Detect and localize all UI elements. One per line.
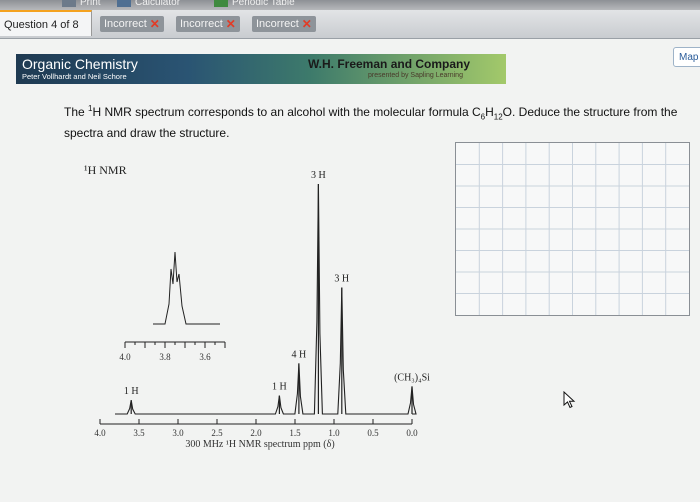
inset-tick-label: 3.6 bbox=[199, 352, 211, 362]
attempt-2-status[interactable]: Incorrect ✕ bbox=[176, 16, 240, 32]
calculator-icon bbox=[117, 0, 131, 7]
publisher-subtitle: presented by Sapling Learning bbox=[368, 72, 463, 79]
attempt-2-label: Incorrect bbox=[180, 18, 223, 30]
inset-trace bbox=[153, 251, 220, 325]
x-tick-label: 2.0 bbox=[250, 428, 262, 438]
x-tick-label: 4.0 bbox=[94, 428, 106, 438]
peak-label-1: 1 H bbox=[272, 382, 287, 393]
calculator-label: Calculator bbox=[135, 0, 181, 8]
textbook-banner: Organic Chemistry Peter Vollhardt and Ne… bbox=[16, 54, 506, 84]
drawing-grid bbox=[456, 143, 689, 315]
x-tick-label: 1.0 bbox=[328, 428, 340, 438]
inset-spectrum: 4.0 3.8 3.6 bbox=[119, 251, 226, 362]
attempt-1-label: Incorrect bbox=[104, 18, 147, 30]
attempt-1-status[interactable]: Incorrect ✕ bbox=[100, 16, 164, 32]
incorrect-icon: ✕ bbox=[301, 17, 312, 31]
nmr-spectrum-chart: ¹H NMR 4.0 3.8 3.6 1 H 1 H 4 H 3 H 3 H (CH₃)₄Si… bbox=[84, 163, 430, 450]
x-axis-label: 300 MHz ¹H NMR spectrum ppm (δ) bbox=[185, 439, 334, 450]
x-tick-label: 3.0 bbox=[172, 428, 184, 438]
incorrect-icon: ✕ bbox=[225, 17, 236, 31]
print-label: Print bbox=[80, 0, 101, 8]
question-counter: Question 4 of 8 bbox=[0, 10, 92, 36]
book-title: Organic Chemistry bbox=[22, 56, 138, 72]
peak-label-2: 4 H bbox=[292, 349, 307, 360]
question-text: The 1H NMR spectrum corresponds to an al… bbox=[64, 100, 694, 142]
incorrect-icon: ✕ bbox=[149, 17, 160, 31]
periodic-table-icon bbox=[214, 0, 228, 7]
publisher-name: W.H. Freeman and Company bbox=[308, 57, 471, 71]
x-tick-label: 0.5 bbox=[367, 428, 379, 438]
formula-h-subscript: 12 bbox=[493, 112, 503, 122]
inset-tick-label: 3.8 bbox=[159, 352, 171, 362]
x-tick-label: 3.5 bbox=[133, 428, 145, 438]
drawing-canvas[interactable] bbox=[455, 142, 690, 316]
print-icon bbox=[62, 0, 76, 7]
question-content: Organic Chemistry Peter Vollhardt and Ne… bbox=[0, 39, 700, 502]
print-button[interactable]: Print bbox=[62, 0, 101, 8]
map-button[interactable]: Map bbox=[673, 47, 700, 67]
x-tick-label: 2.5 bbox=[211, 428, 223, 438]
formula-h: H bbox=[485, 105, 494, 119]
x-tick-label: 0.0 bbox=[406, 428, 418, 438]
question-bar: Question 4 of 8 Incorrect ✕ Incorrect ✕ … bbox=[0, 10, 700, 39]
top-toolbar: Print Calculator Periodic Table bbox=[0, 0, 700, 10]
inset-tick-label: 4.0 bbox=[119, 352, 131, 362]
attempt-3-label: Incorrect bbox=[256, 18, 299, 30]
peak-label-3: 3 H bbox=[311, 170, 326, 181]
periodic-table-button[interactable]: Periodic Table bbox=[214, 0, 295, 8]
x-tick-label: 1.5 bbox=[289, 428, 301, 438]
main-spectrum: 1 H 1 H 4 H 3 H 3 H (CH₃)₄Si 4.0 3.5 3.0 2.5 2.0 1.… bbox=[94, 170, 430, 438]
peak-label-5: (CH₃)₄Si bbox=[394, 372, 430, 383]
calculator-button[interactable]: Calculator bbox=[117, 0, 180, 8]
attempt-3-status[interactable]: Incorrect ✕ bbox=[252, 16, 316, 32]
question-text-pre: The bbox=[64, 105, 89, 119]
periodic-table-label: Periodic Table bbox=[232, 0, 295, 8]
chart-title: ¹H NMR bbox=[84, 163, 127, 177]
mouse-cursor-icon bbox=[563, 391, 576, 409]
book-authors: Peter Vollhardt and Neil Schore bbox=[22, 72, 127, 81]
peak-label-4: 3 H bbox=[334, 274, 349, 285]
spectrum-trace bbox=[115, 183, 417, 415]
peak-label-0: 1 H bbox=[124, 386, 139, 397]
question-text-mid: H NMR spectrum corresponds to an alcohol… bbox=[92, 105, 481, 119]
